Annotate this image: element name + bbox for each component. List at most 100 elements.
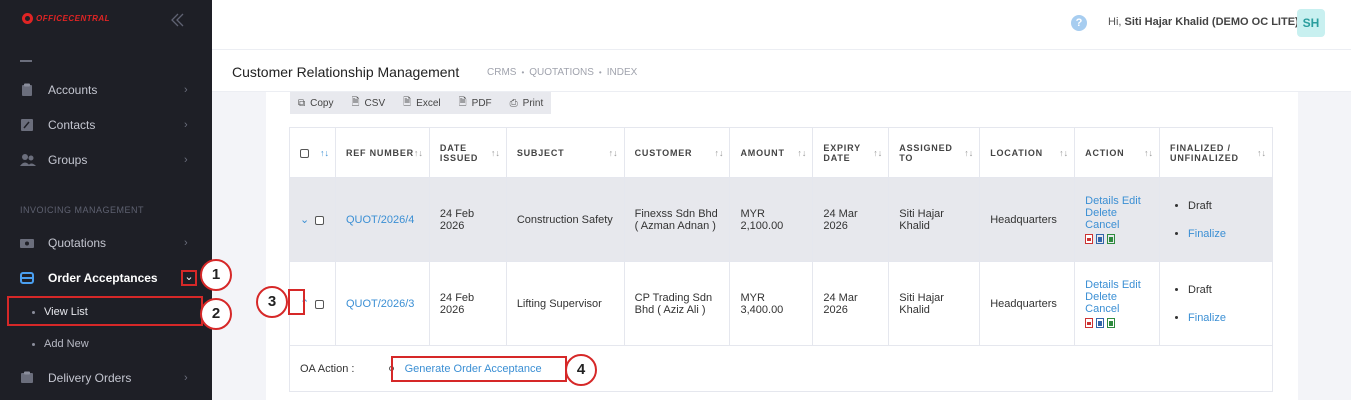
expiry-date: 24 Mar 2026 [812,177,890,262]
column-header-amount[interactable]: AMOUNT ↑↓ [729,127,814,178]
ref-number-link[interactable]: QUOT/2026/4 [346,214,414,226]
sort-icon[interactable]: ↑↓ [414,148,423,158]
help-icon[interactable]: ? [1071,15,1087,31]
header-label: FINALIZED / UNFINALIZED [1170,142,1239,163]
details-link[interactable]: Details [1085,195,1119,207]
details-link[interactable]: Details [1085,279,1119,291]
print-button[interactable]: ⎙ Print [510,98,544,109]
contacts-icon [20,118,34,132]
group-icon [20,153,36,167]
callout-1: 1 [200,259,232,291]
amount: MYR 3,400.00 [729,261,814,346]
chevron-up-icon[interactable]: ⌃ [300,297,309,310]
sidebar-subitem-add-new[interactable]: Add New [0,330,212,358]
cancel-link[interactable]: Cancel [1085,219,1119,231]
collapse-sidebar-icon[interactable] [170,12,186,32]
column-header-action[interactable]: ACTION ↑↓ [1074,127,1161,178]
pdf-icon[interactable] [1085,318,1094,328]
file-icons [1085,234,1149,244]
column-header-ref[interactable]: REF NUMBER ↑↓ [334,127,430,178]
location: Headquarters [979,261,1076,346]
excel-button[interactable]: 🗎 Excel [403,95,441,112]
chevron-down-icon[interactable]: ⌄ [181,270,197,286]
sidebar-item-quotations[interactable]: Quotations › [0,228,212,258]
row-select-cell: ⌄ [289,177,336,262]
pdf-icon[interactable] [1085,234,1094,244]
excel-icon[interactable] [1107,318,1116,328]
csv-button[interactable]: 🗎 CSV [352,95,386,112]
excel-icon[interactable] [1107,234,1116,244]
sort-icon[interactable]: ↑↓ [1257,148,1266,158]
column-header-location[interactable]: LOCATION ↑↓ [979,127,1076,178]
header-label: LOCATION [990,147,1043,158]
status-draft: Draft [1188,284,1262,296]
delete-link[interactable]: Delete [1085,207,1117,219]
pdf-button[interactable]: 🗎 PDF [459,95,492,112]
divider [20,60,32,62]
sidebar-item-label: Accounts [48,83,98,97]
word-icon[interactable] [1096,318,1105,328]
sort-icon[interactable]: ↑↓ [609,148,618,158]
finalize-link[interactable]: Finalize [1188,312,1226,324]
copy-button[interactable]: ⧉ Copy [298,98,334,109]
callout-3: 3 [256,286,288,318]
column-header-assigned[interactable]: ASSIGNED TO ↑↓ [888,127,981,178]
cancel-link[interactable]: Cancel [1085,303,1119,315]
user-name[interactable]: Siti Hajar Khalid (DEMO OC LITE) [1125,16,1299,28]
truck-icon [20,371,34,385]
select-all-checkbox[interactable] [300,148,309,158]
sidebar-subitem-view-list[interactable]: View List [0,298,212,326]
pdf-label: PDF [471,97,492,109]
sidebar-item-accounts[interactable]: Accounts › [0,75,212,105]
sidebar-item-delivery-orders[interactable]: Delivery Orders › [0,363,212,393]
edit-link[interactable]: Edit [1122,195,1141,207]
sort-icon[interactable]: ↑↓ [797,148,806,158]
excel-file-icon: 🗎 [403,96,412,108]
chevron-down-icon[interactable]: ⌄ [300,213,309,226]
finalize-link[interactable]: Finalize [1188,228,1226,240]
sidebar-subitem-label: View List [44,306,88,318]
file-icon: 🗎 [351,96,360,108]
sidebar-item-contacts[interactable]: Contacts › [0,110,212,140]
sort-icon[interactable]: ↑↓ [1059,148,1068,158]
column-header-subject[interactable]: SUBJECT ↑↓ [505,127,625,178]
breadcrumb-item[interactable]: QUOTATIONS [529,67,594,78]
select-all-header[interactable]: ↑↓ [289,127,336,178]
sort-icon[interactable]: ↑↓ [491,148,500,158]
sidebar-item-label: Quotations [48,236,107,250]
sort-icon[interactable]: ↑↓ [714,148,723,158]
subject: Lifting Supervisor [505,261,625,346]
edit-link[interactable]: Edit [1122,279,1141,291]
sidebar-item-label: Contacts [48,118,96,132]
header-label: ASSIGNED TO [899,142,953,163]
sidebar-item-groups[interactable]: Groups › [0,145,212,175]
finalized-cell: Draft Finalize [1159,177,1273,262]
column-header-date[interactable]: DATE ISSUED ↑↓ [428,127,507,178]
row-checkbox[interactable] [315,215,325,225]
avatar[interactable]: SH [1297,9,1325,37]
sidebar-subitem-label: Add New [44,338,89,350]
sort-icon[interactable]: ↑↓ [320,148,329,158]
assigned-to: Siti Hajar Khalid [888,177,981,262]
pdf-file-icon: 🗎 [458,96,467,108]
word-icon[interactable] [1096,234,1105,244]
header-label: SUBJECT [516,147,565,158]
sidebar: OFFICECENTRAL Accounts › Contacts › Grou… [0,0,212,400]
sort-icon[interactable]: ↑↓ [873,148,882,158]
sidebar-item-label: Order Acceptances [48,271,158,285]
sort-icon[interactable]: ↑↓ [1144,148,1153,158]
order-acceptance-icon [20,271,34,285]
breadcrumb-item[interactable]: CRMS [487,67,516,78]
column-header-finalized[interactable]: FINALIZED / UNFINALIZED ↑↓ [1159,127,1273,178]
date-issued: 24 Feb 2026 [428,177,507,262]
breadcrumb-separator: • [598,68,602,77]
sort-icon[interactable]: ↑↓ [964,148,973,158]
logo[interactable]: OFFICECENTRAL [22,13,110,24]
column-header-customer[interactable]: CUSTOMER ↑↓ [623,127,731,178]
column-header-expiry[interactable]: EXPIRY DATE ↑↓ [812,127,890,178]
delete-link[interactable]: Delete [1085,291,1117,303]
bullet-icon [388,366,394,372]
ref-number-link[interactable]: QUOT/2026/3 [346,298,414,310]
generate-order-acceptance-link[interactable]: Generate Order Acceptance [405,363,542,375]
row-checkbox[interactable] [315,299,325,309]
